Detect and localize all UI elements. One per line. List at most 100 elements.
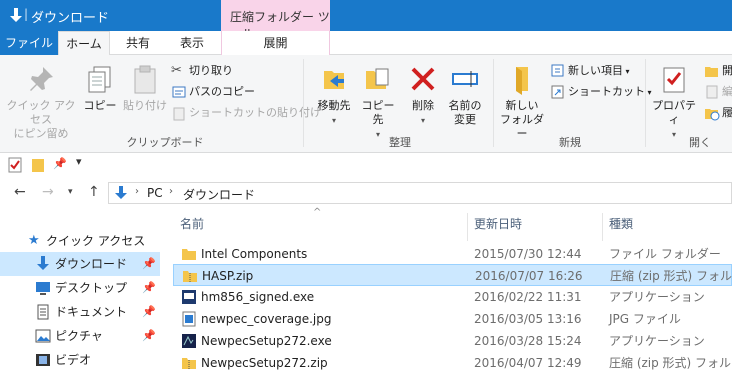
file-date: 2016/07/07 16:26 [475,269,583,283]
open-group-label: 開く [689,136,711,149]
copy-path-button[interactable]: パスのコピー [171,82,255,102]
crumb-pc[interactable]: PC [147,186,163,200]
file-row[interactable]: NewpecSetup272.exe 2016/03/28 15:24 アプリケ… [173,330,732,352]
file-name: hm856_signed.exe [201,290,315,304]
cut-label: 切り取り [189,64,233,77]
shortcut-button[interactable]: ショートカット ▾ [550,82,652,102]
file-type: 圧縮 (zip 形式) フォル... [609,356,732,370]
delete-label: 削除 [412,99,434,112]
new-folder-button[interactable]: 新しい フォルダー [497,59,547,141]
ribbon: クイック アクセス にピン留め コピー 貼り付け ✂ 切り取り パスのコピー ショ… [0,55,732,153]
rename-button[interactable]: 名前の 変更 [443,59,487,127]
open-button[interactable]: 開 [704,61,732,81]
paste-shortcut-icon [173,107,185,121]
file-type: アプリケーション [609,290,705,304]
file-date: 2016/03/28 15:24 [474,334,582,348]
nav-item-pictures[interactable]: ピクチャ 📌 [0,324,160,348]
pin-quick-access-label: クイック アクセス にピン留め [6,99,76,140]
customize-qat-icon[interactable]: ▾ [76,155,82,168]
file-date: 2016/03/05 13:16 [474,312,582,326]
delete-button[interactable]: 削除 ▾ [406,59,440,128]
group-divider [645,59,646,147]
address-box[interactable]: › PC › ダウンロード [108,182,732,204]
pin-qat-icon[interactable]: 📌 [53,157,67,170]
copy-button[interactable]: コピー [80,59,120,113]
file-row[interactable]: Intel Components 2015/07/30 12:44 ファイル フ… [173,243,732,265]
file-row[interactable]: newpec_coverage.jpg 2016/03/05 13:16 JPG… [173,308,732,330]
file-row[interactable]: NewpecSetup272.zip 2016/04/07 12:49 圧縮 (… [173,352,732,374]
paste-shortcut-label: ショートカットの貼り付け [189,106,321,119]
properties-button[interactable]: プロパティ ▾ [650,59,698,142]
tab-home[interactable]: ホーム [58,31,110,56]
forward-arrow-icon[interactable]: → [42,184,54,200]
column-divider[interactable] [602,213,603,241]
file-row[interactable]: hm856_signed.exe 2016/02/22 11:31 アプリケーシ… [173,286,732,308]
cut-button[interactable]: ✂ 切り取り [171,61,233,81]
context-tool-header: 圧縮フォルダー ツール [221,0,330,41]
new-item-dropdown-icon: ▾ [623,67,630,76]
rename-icon [452,71,478,87]
column-header-type[interactable]: 種類 [609,215,633,232]
open-icon [705,67,718,77]
file-name: Intel Components [201,247,308,261]
new-item-label: 新しい項目 [568,64,623,77]
shortcut-icon [551,85,564,99]
file-row[interactable]: HASP.zip 2016/07/07 16:26 圧縮 (zip 形式) フォ… [173,264,732,286]
nav-item-videos[interactable]: ビデオ [0,348,160,372]
pin-icon: 📌 [142,305,156,318]
organize-group-label: 整理 [389,136,411,149]
paste-shortcut-button[interactable]: ショートカットの貼り付け [171,103,321,123]
file-name: NewpecSetup272.exe [201,334,332,348]
nav-item-documents[interactable]: ドキュメント 📌 [0,300,160,324]
history-icon [705,109,720,121]
new-item-icon [551,64,564,77]
pictures-icon [35,329,51,343]
installer-icon [182,334,196,348]
column-header-date[interactable]: 更新日時 [474,215,522,232]
new-folder-qat-icon[interactable] [30,157,46,173]
star-icon: ★ [28,233,40,248]
pin-icon [30,67,53,91]
quick-access-toolbar: 📌 ▾ [0,153,732,178]
crumb-downloads[interactable]: ダウンロード [183,186,255,203]
properties-qat-icon[interactable] [8,157,22,173]
shortcut-label: ショートカット [568,85,645,98]
file-name: HASP.zip [202,269,254,283]
tab-extract[interactable]: 展開 [221,31,330,55]
paste-button[interactable]: 貼り付け [122,59,168,113]
tab-file[interactable]: ファイル [0,31,58,55]
move-to-button[interactable]: 移動先 ▾ [311,59,357,128]
nav-quick-access[interactable]: ★ クイック アクセス [0,229,160,253]
back-arrow-icon[interactable]: ← [14,184,26,200]
sort-caret-icon: ^ [313,207,322,218]
properties-label: プロパティ [652,99,696,126]
paste-label: 貼り付け [123,99,167,112]
edit-icon [706,85,718,99]
copy-to-button[interactable]: コピー先 ▾ [357,59,399,142]
crumb-separator-icon: › [135,186,139,197]
edit-button[interactable]: 編 [704,82,732,102]
rename-label: 名前の 変更 [448,99,482,126]
column-divider[interactable] [467,213,468,241]
file-date: 2015/07/30 12:44 [474,247,582,261]
copy-to-icon [366,68,389,89]
new-folder-icon [516,67,528,95]
image-file-icon [182,311,196,327]
up-arrow-icon[interactable]: ↑ [88,184,100,200]
nav-item-downloads[interactable]: ダウンロード 📌 [0,252,160,276]
history-button[interactable]: 履 [704,103,732,123]
column-header-name[interactable]: 名前 [180,215,204,232]
pin-quick-access-button[interactable]: クイック アクセス にピン留め [6,59,76,141]
open-label: 開 [722,64,732,77]
new-item-button[interactable]: 新しい項目 ▾ [550,61,630,81]
new-group-label: 新規 [559,136,581,149]
recent-locations-icon[interactable]: ▾ [68,187,73,197]
file-date: 2016/02/22 11:31 [474,290,582,304]
tab-share[interactable]: 共有 [112,31,164,55]
title-separator: | [24,7,29,21]
nav-item-label: デスクトップ [55,281,128,295]
delete-dropdown-icon: ▾ [420,116,425,125]
nav-item-desktop[interactable]: デスクトップ 📌 [0,276,160,300]
pin-icon: 📌 [142,257,156,270]
tab-view[interactable]: 表示 [166,31,218,55]
